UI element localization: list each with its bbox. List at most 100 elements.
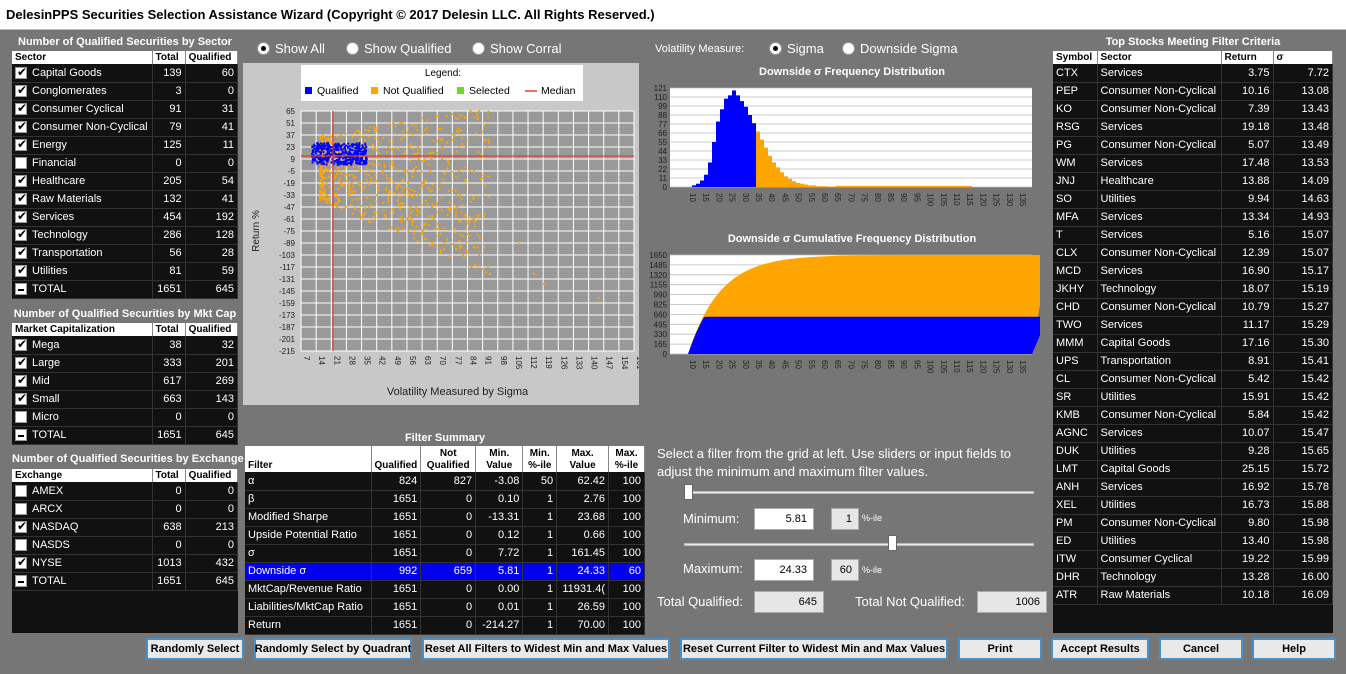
category-cell[interactable]: Financial bbox=[12, 154, 153, 173]
category-cell[interactable]: NASDAQ bbox=[12, 518, 153, 537]
table-row[interactable]: Financial 0 0 bbox=[12, 154, 239, 173]
filter-col-header[interactable]: Min. Value bbox=[475, 446, 524, 472]
category-checkbox[interactable] bbox=[15, 173, 27, 188]
scatter-chart[interactable]: 65 51 37 23 9 -5 -19 -33 -47 -61 -75 -89 -103 -117 -13… bbox=[243, 63, 639, 405]
table-row[interactable]: Consumer Cyclical 9131 bbox=[12, 100, 239, 119]
stock-row[interactable]: ED Utilities 13.40 15.98 bbox=[1053, 532, 1333, 551]
category-checkbox[interactable] bbox=[15, 119, 27, 134]
category-checkbox[interactable] bbox=[15, 391, 27, 406]
col-total[interactable]: Total bbox=[152, 323, 186, 336]
reset-all-filters-button[interactable]: Reset All Filters to Widest Min and Max … bbox=[422, 638, 670, 660]
category-checkbox[interactable] bbox=[15, 227, 27, 242]
min-slider-thumb[interactable] bbox=[684, 484, 693, 500]
stock-row[interactable]: PG Consumer Non-Cyclical 5.07 13.49 bbox=[1053, 136, 1333, 155]
randomly-select-quadrant-button[interactable]: Randomly Select by Quadrant bbox=[254, 638, 412, 660]
category-cell[interactable]: Consumer Non-Cyclical bbox=[12, 118, 153, 137]
stock-row[interactable]: SR Utilities 15.91 15.42 bbox=[1053, 388, 1333, 407]
category-cell[interactable]: Transportation bbox=[12, 244, 153, 263]
filter-col-header[interactable]: Min. %-ile bbox=[522, 446, 558, 472]
category-checkbox[interactable] bbox=[15, 245, 27, 260]
table-row[interactable]: Utilities 8159 bbox=[12, 262, 239, 281]
category-checkbox[interactable] bbox=[15, 519, 27, 534]
filter-row[interactable]: MktCap/Revenue Ratio 1651 0 0.00 1 11931.4(10… bbox=[245, 580, 646, 599]
category-checkbox[interactable] bbox=[15, 484, 27, 497]
category-cell[interactable]: Consumer Cyclical bbox=[12, 100, 153, 119]
filter-col-header[interactable]: Max. Value bbox=[556, 446, 609, 472]
col-qualified[interactable]: Qualified bbox=[185, 469, 239, 482]
stock-row[interactable]: KMB Consumer Non-Cyclical 5.84 15.42 bbox=[1053, 406, 1333, 425]
table-row[interactable]: Mega 3832 bbox=[12, 336, 239, 355]
table-row[interactable]: NASDAQ 638213 bbox=[12, 518, 239, 537]
stock-row[interactable]: MCD Services 16.90 15.17 bbox=[1053, 262, 1333, 281]
col-market-cap[interactable]: Market Capitalization bbox=[12, 323, 153, 336]
category-cell[interactable]: Conglomerates bbox=[12, 82, 153, 101]
filter-row[interactable]: σ 1651 0 7.72 1 161.45 100 bbox=[245, 544, 646, 563]
category-cell[interactable]: Capital Goods bbox=[12, 64, 153, 83]
category-checkbox[interactable] bbox=[15, 337, 27, 351]
stock-row[interactable]: MMM Capital Goods 17.16 15.30 bbox=[1053, 334, 1333, 353]
max-slider-track[interactable] bbox=[684, 543, 1034, 546]
stock-row[interactable]: T Services 5.16 15.07 bbox=[1053, 226, 1333, 245]
table-row[interactable]: Mid 617269 bbox=[12, 372, 239, 391]
col-qualified[interactable]: Qualified bbox=[185, 323, 239, 336]
stock-row[interactable]: XEL Utilities 16.73 15.88 bbox=[1053, 496, 1333, 515]
show-corral-radio[interactable]: Show Corral bbox=[472, 41, 562, 56]
stock-row[interactable]: ITW Consumer Cyclical 19.22 15.99 bbox=[1053, 550, 1333, 569]
max-slider-thumb[interactable] bbox=[888, 535, 897, 551]
category-cell[interactable]: Services bbox=[12, 208, 153, 227]
table-row[interactable]: TOTAL 1651 645 bbox=[12, 572, 239, 591]
accept-results-button[interactable]: Accept Results bbox=[1051, 638, 1149, 660]
category-cell[interactable]: AMEX bbox=[12, 482, 153, 501]
category-checkbox[interactable] bbox=[15, 373, 27, 388]
category-cell[interactable]: Mid bbox=[12, 372, 153, 391]
stock-row[interactable]: JNJ Healthcare 13.88 14.09 bbox=[1053, 172, 1333, 191]
category-cell[interactable]: Technology bbox=[12, 226, 153, 245]
category-checkbox[interactable] bbox=[15, 263, 27, 278]
col-exchange[interactable]: Exchange bbox=[12, 469, 153, 482]
cancel-button[interactable]: Cancel bbox=[1159, 638, 1243, 660]
category-cell[interactable]: Large bbox=[12, 354, 153, 373]
category-checkbox[interactable] bbox=[15, 503, 27, 516]
category-cell[interactable]: Small bbox=[12, 390, 153, 409]
table-row[interactable]: Micro 0 0 bbox=[12, 408, 239, 427]
category-cell[interactable]: Utilities bbox=[12, 262, 153, 281]
category-cell[interactable]: NASDS bbox=[12, 536, 153, 555]
filter-col-header[interactable]: Max. %-ile bbox=[608, 446, 646, 472]
category-checkbox[interactable] bbox=[15, 209, 27, 224]
category-cell[interactable]: Energy bbox=[12, 136, 153, 155]
filter-row[interactable]: β 1651 0 0.10 1 2.76 100 bbox=[245, 490, 646, 509]
filter-col-header[interactable]: Qualified bbox=[371, 446, 422, 472]
stock-row[interactable]: UPS Transportation 8.91 15.41 bbox=[1053, 352, 1333, 371]
stock-row[interactable]: CHD Consumer Non-Cyclical 10.79 15.27 bbox=[1053, 298, 1333, 317]
reset-current-filter-button[interactable]: Reset Current Filter to Widest Min and M… bbox=[680, 638, 948, 660]
table-row[interactable]: Raw Materials 13241 bbox=[12, 190, 239, 209]
table-row[interactable]: Consumer Non-Cyclical 7941 bbox=[12, 118, 239, 137]
category-checkbox[interactable] bbox=[15, 539, 27, 552]
category-checkbox[interactable] bbox=[15, 101, 27, 116]
stock-row[interactable]: AGNC Services 10.07 15.47 bbox=[1053, 424, 1333, 443]
category-checkbox[interactable] bbox=[15, 575, 27, 588]
category-cell[interactable]: TOTAL bbox=[12, 426, 153, 445]
table-row[interactable]: TOTAL 1651 645 bbox=[12, 426, 239, 445]
col-total[interactable]: Total bbox=[152, 469, 186, 482]
category-cell[interactable]: Healthcare bbox=[12, 172, 153, 191]
table-row[interactable]: Large 333201 bbox=[12, 354, 239, 373]
filter-col-header[interactable]: Filter bbox=[245, 446, 372, 472]
category-cell[interactable]: Micro bbox=[12, 408, 153, 427]
stock-row[interactable]: CTX Services 3.75 7.72 bbox=[1053, 64, 1333, 83]
filter-row[interactable]: Return 1651 0 -214.27 1 70.00 100 bbox=[245, 616, 646, 635]
randomly-select-button[interactable]: Randomly Select bbox=[146, 638, 244, 660]
category-checkbox[interactable] bbox=[15, 65, 27, 79]
stock-row[interactable]: WM Services 17.48 13.53 bbox=[1053, 154, 1333, 173]
col-sector[interactable]: Sector bbox=[12, 51, 153, 64]
table-row[interactable]: AMEX 0 0 bbox=[12, 482, 239, 501]
col-sector[interactable]: Sector bbox=[1097, 51, 1222, 64]
table-row[interactable]: Small 663143 bbox=[12, 390, 239, 409]
filter-row[interactable]: Downside σ 992 659 5.81 1 24.33 60 bbox=[245, 562, 646, 581]
filter-row[interactable]: Liabilities/MktCap Ratio 1651 0 0.01 1 26.59 1… bbox=[245, 598, 646, 617]
filter-row[interactable]: α 824 827 -3.08 50 62.42 100 bbox=[245, 472, 646, 491]
minimum-percentile-input[interactable]: 1 bbox=[831, 508, 859, 530]
category-checkbox[interactable] bbox=[15, 555, 27, 570]
table-row[interactable]: Technology 286128 bbox=[12, 226, 239, 245]
help-button[interactable]: Help bbox=[1252, 638, 1336, 660]
